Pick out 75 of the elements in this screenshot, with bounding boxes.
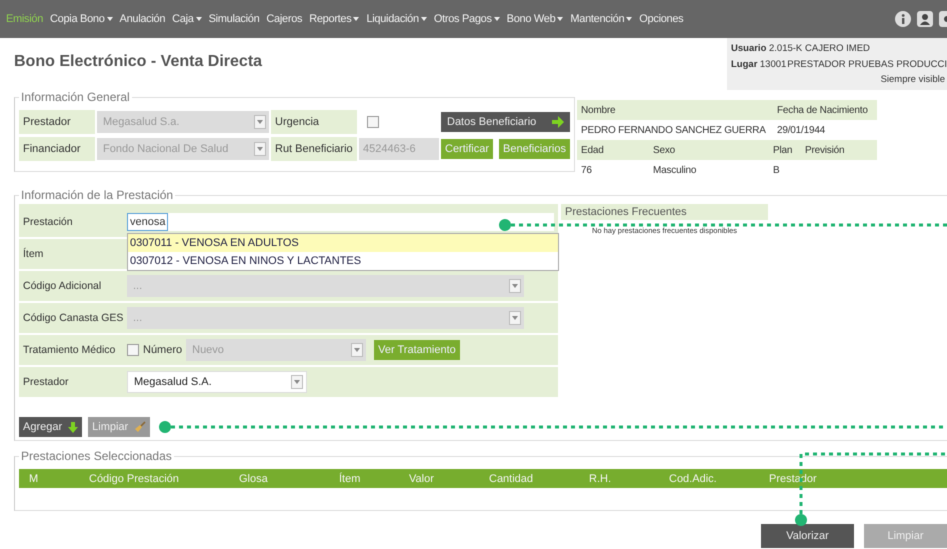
column-header: Sexo (653, 144, 676, 156)
menu-item[interactable]: Reportes (309, 13, 352, 25)
checkbox[interactable] (367, 116, 379, 128)
arrow-down-icon (68, 422, 78, 432)
field-label: Prestación (22, 216, 74, 228)
menu-item[interactable]: Bono Web (506, 13, 556, 25)
user-icon[interactable] (917, 11, 933, 27)
menu-item[interactable]: Copia Bono (50, 13, 105, 25)
field-label: Usuario (730, 42, 768, 54)
caret-icon[interactable] (626, 17, 632, 21)
menu-item[interactable]: Otros Pagos (434, 13, 492, 25)
menu-item[interactable]: Cajeros (266, 13, 302, 25)
table-cell-text: Masculino (653, 164, 698, 176)
panel-legend: Información General (19, 90, 132, 104)
details-button[interactable]: Datos Beneficiario (441, 112, 570, 132)
column-header: Previsión (805, 144, 846, 156)
field-value: PRESTADOR PRUEBAS PRODUCCI (787, 58, 947, 70)
caret-icon[interactable] (557, 17, 564, 21)
field-value: 2.015-K (769, 42, 804, 54)
list-item[interactable]: 0307012 - VENOSA EN NINOS Y LACTANTES (128, 252, 558, 270)
field-label: Financiador (19, 137, 95, 161)
table-cell-text: PEDRO FERNANDO SANCHEZ GUERRA (581, 124, 767, 136)
field-value: CAJERO IMED (805, 42, 870, 54)
menu-item[interactable]: Emisión (6, 13, 44, 25)
field-label: Prestador (19, 110, 95, 134)
column-header: Fecha de Nacimiento (777, 104, 869, 116)
caret-icon[interactable] (106, 17, 113, 21)
field-label: Rut Beneficiario (271, 137, 357, 161)
table-cell-text: B (773, 164, 780, 176)
checkbox[interactable] (127, 344, 139, 356)
menu-item[interactable]: Mantención (570, 13, 624, 25)
caret-icon[interactable] (196, 17, 202, 21)
caret-icon[interactable] (494, 17, 500, 21)
field-label: Prestador (22, 376, 70, 388)
menu-item[interactable]: Simulación (208, 13, 260, 25)
column-header: Nombre (581, 104, 616, 116)
status-text: Siempre visible (880, 74, 946, 85)
menu-item[interactable]: Liquidación (366, 13, 419, 25)
evaluate-button[interactable]: Valorizar (761, 524, 854, 548)
field-label: Urgencia (271, 110, 357, 134)
page-title: Bono Electrónico - Venta Directa (13, 52, 262, 72)
broom-icon (134, 421, 146, 433)
table-cell-text: 29/01/1944 (777, 124, 826, 136)
table-cell-text: 76 (581, 164, 593, 176)
column-header: Ítem (338, 472, 362, 484)
dropdown-field[interactable]: Megasalud S.A. (127, 371, 307, 393)
info-icon[interactable] (895, 11, 911, 27)
menu-item[interactable]: Anulación (120, 13, 166, 25)
field-label: Tratamiento Médico (22, 344, 116, 356)
panel-legend: Prestaciones Seleccionadas (19, 449, 174, 463)
column-header: Glosa (238, 472, 269, 484)
panel-legend: Información de la Prestación (19, 188, 176, 202)
menu-item[interactable]: Caja (172, 13, 194, 25)
section-heading: Prestaciones Frecuentes (561, 204, 768, 220)
field-label: Código Canasta GES (22, 312, 124, 324)
menu-item[interactable]: Opciones (639, 13, 684, 25)
caret-icon[interactable] (420, 17, 427, 21)
field-label: Lugar (730, 58, 758, 70)
column-header: R.H. (588, 472, 612, 484)
column-header: Cantidad (488, 472, 534, 484)
column-header: M (28, 472, 40, 484)
column-header: Código Prestación (88, 472, 180, 484)
column-header: Cod.Adic. (668, 472, 718, 484)
add-button[interactable]: Agregar (19, 417, 82, 437)
column-header: Valor (408, 472, 435, 484)
field-label: Ítem (22, 248, 44, 260)
arrow-right-icon (552, 116, 564, 128)
field-label: Número (143, 344, 182, 356)
field-value: 13001 (760, 58, 788, 70)
column-header: Edad (581, 144, 605, 156)
column-header: Plan (773, 144, 794, 156)
list-item[interactable]: 0307011 - VENOSA EN ADULTOS (128, 234, 558, 252)
caret-icon[interactable] (353, 17, 360, 21)
field-label: Código Adicional (22, 280, 102, 292)
search-field[interactable]: venosa (127, 213, 554, 231)
